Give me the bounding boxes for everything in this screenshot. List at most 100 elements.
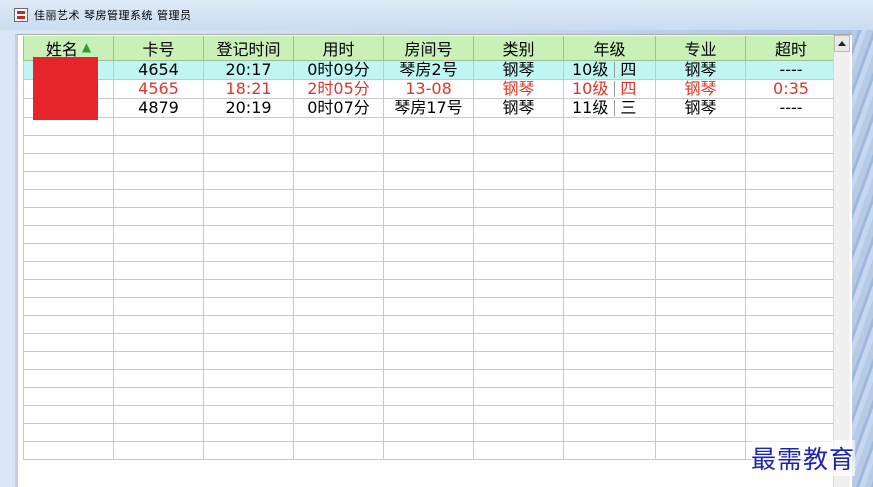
empty-cell [113, 225, 204, 244]
empty-cell [745, 171, 837, 190]
empty-table-row [23, 333, 837, 352]
empty-cell [745, 387, 837, 406]
empty-cell [473, 423, 564, 442]
window-background-decoration [852, 30, 873, 487]
empty-cell [23, 279, 114, 298]
empty-cell [293, 225, 384, 244]
empty-cell [203, 387, 294, 406]
cell-duration: 0时07分 [293, 98, 384, 118]
empty-cell [473, 153, 564, 172]
grade-year: 10级 [572, 79, 609, 98]
empty-cell [113, 189, 204, 208]
empty-cell [203, 243, 294, 262]
empty-cell [383, 225, 474, 244]
empty-cell [655, 225, 746, 244]
empty-cell [563, 441, 656, 460]
empty-cell [745, 243, 837, 262]
table-row[interactable]: 4654 20:17 0时09分 琴房2号 钢琴 10级四钢琴 ---- [23, 60, 837, 80]
empty-cell [23, 369, 114, 388]
app-icon [14, 8, 28, 22]
table-row[interactable]: 4879 20:19 0时07分 琴房17号 钢琴 11级三钢琴 ---- [23, 98, 837, 118]
column-header-category[interactable]: 类别 [473, 36, 564, 61]
empty-cell [563, 153, 656, 172]
cell-card: 4654 [113, 60, 204, 80]
empty-cell [203, 189, 294, 208]
empty-cell [745, 189, 837, 208]
cell-duration: 2时05分 [293, 79, 384, 99]
cell-checkin-time: 18:21 [203, 79, 294, 99]
empty-cell [293, 153, 384, 172]
watermark-text: 最需教育 [751, 440, 856, 476]
column-header-overtime[interactable]: 超时 [745, 36, 837, 61]
window-title-bar: 佳丽艺术 琴房管理系统 管理员 [0, 0, 873, 30]
empty-cell [473, 225, 564, 244]
cell-room: 琴房17号 [383, 98, 474, 118]
empty-cell [113, 387, 204, 406]
vertical-scrollbar[interactable] [833, 35, 850, 487]
empty-cell [473, 441, 564, 460]
column-header-major[interactable]: 专业 [655, 36, 746, 61]
empty-cell [293, 189, 384, 208]
empty-cell [113, 117, 204, 136]
cell-room: 琴房2号 [383, 60, 474, 80]
empty-cell [203, 261, 294, 280]
grade-year: 11级 [572, 98, 609, 117]
empty-cell [473, 315, 564, 334]
empty-cell [473, 171, 564, 190]
column-header-duration[interactable]: 用时 [293, 36, 384, 61]
empty-cell [745, 423, 837, 442]
sort-ascending-arrow-icon: ▲ [81, 40, 92, 54]
empty-table-row [23, 243, 837, 262]
column-header-room[interactable]: 房间号 [383, 36, 474, 61]
empty-cell [23, 261, 114, 280]
empty-cell [563, 351, 656, 370]
scroll-up-arrow-icon[interactable] [834, 35, 850, 52]
empty-cell [655, 243, 746, 262]
cell-category: 钢琴 [473, 79, 564, 99]
empty-cell [293, 279, 384, 298]
column-header-card[interactable]: 卡号 [113, 36, 204, 61]
empty-cell [563, 225, 656, 244]
empty-cell [23, 117, 114, 136]
empty-cell [293, 207, 384, 226]
empty-cell [383, 423, 474, 442]
empty-table-row [23, 351, 837, 370]
empty-cell [473, 297, 564, 316]
empty-cell [203, 333, 294, 352]
empty-cell [113, 135, 204, 154]
empty-cell [23, 207, 114, 226]
empty-table-row [23, 153, 837, 172]
cell-category: 钢琴 [473, 60, 564, 80]
column-header-checkin-time[interactable]: 登记时间 [203, 36, 294, 61]
grade-separator [614, 81, 616, 97]
empty-cell [383, 351, 474, 370]
empty-cell [23, 423, 114, 442]
empty-cell [563, 243, 656, 262]
empty-cell [203, 297, 294, 316]
empty-cell [473, 333, 564, 352]
empty-cell [655, 135, 746, 154]
empty-cell [113, 171, 204, 190]
empty-cell [563, 333, 656, 352]
empty-cell [203, 423, 294, 442]
empty-cell [473, 243, 564, 262]
empty-cell [745, 279, 837, 298]
window-title: 佳丽艺术 琴房管理系统 管理员 [34, 9, 192, 22]
empty-cell [23, 135, 114, 154]
empty-table-row [23, 189, 837, 208]
empty-cell [293, 423, 384, 442]
empty-cell [113, 315, 204, 334]
empty-cell [473, 351, 564, 370]
empty-cell [383, 135, 474, 154]
empty-table-row [23, 261, 837, 280]
empty-cell [113, 369, 204, 388]
column-header-grade[interactable]: 年级 [563, 36, 656, 61]
empty-cell [655, 405, 746, 424]
empty-cell [473, 369, 564, 388]
empty-cell [563, 405, 656, 424]
empty-cell [563, 279, 656, 298]
table-row[interactable]: 4565 18:21 2时05分 13-08 钢琴 10级四钢琴 0:35 [23, 79, 837, 99]
empty-cell [473, 189, 564, 208]
empty-cell [23, 153, 114, 172]
empty-cell [23, 333, 114, 352]
